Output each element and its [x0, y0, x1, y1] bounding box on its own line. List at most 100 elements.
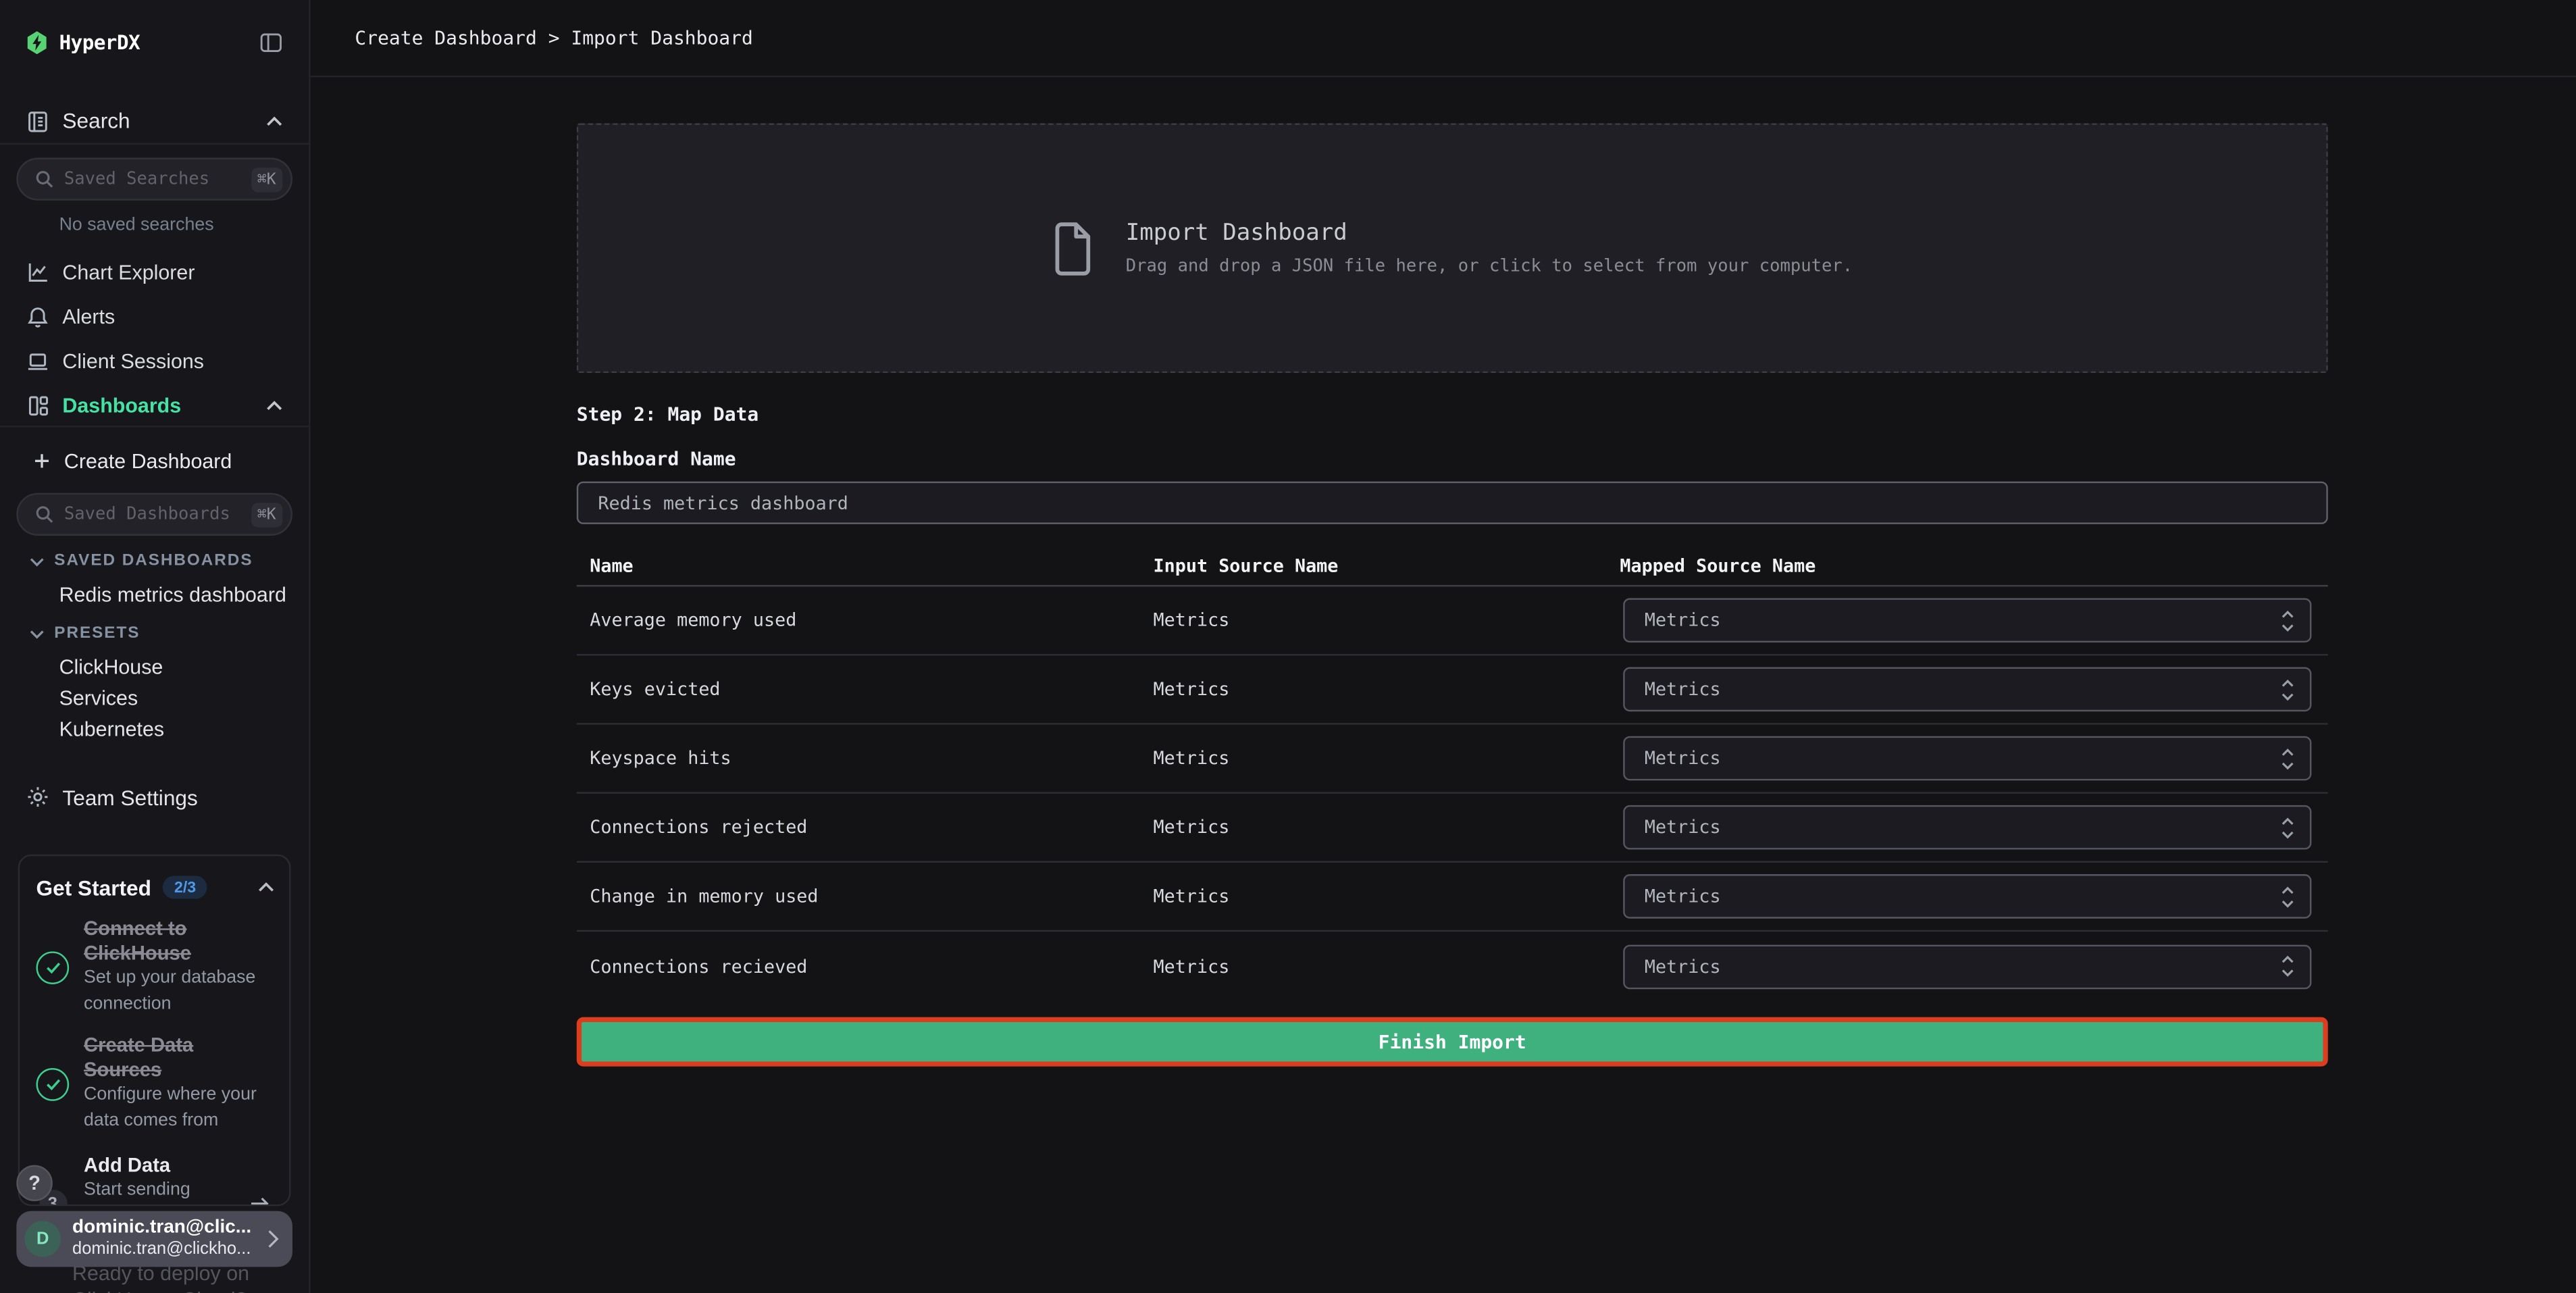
table-row: Keyspace hits Metrics Metrics: [577, 725, 2328, 794]
finish-import-button[interactable]: Finish Import: [577, 1017, 2328, 1067]
selected-value: Metrics: [1645, 817, 1721, 838]
dashboard-name: Redis metrics dashboard: [59, 584, 286, 607]
chart-name-cell: Keyspace hits: [590, 748, 1153, 769]
select-caret-icon: [2280, 815, 2295, 839]
input-source-cell: Metrics: [1154, 679, 1620, 701]
sidebar-item-client-sessions[interactable]: Client Sessions: [0, 338, 309, 383]
dropzone-subtitle: Drag and drop a JSON file here, or click…: [1126, 256, 1853, 276]
chevron-up-icon[interactable]: [258, 882, 274, 892]
mapped-source-select[interactable]: Metrics: [1623, 805, 2311, 850]
get-started-item-connect[interactable]: Connect to ClickHouse Set up your databa…: [36, 917, 275, 1017]
progress-badge: 2/3: [163, 876, 207, 898]
divider: [0, 426, 309, 427]
task-title: Add Data: [84, 1154, 233, 1178]
preset-item[interactable]: Services: [0, 684, 309, 713]
get-started-card: Get Started 2/3 Connect to ClickHouse Se…: [18, 855, 291, 1207]
preset-label: Services: [59, 687, 138, 710]
saved-dashboards-search[interactable]: ⌘K: [16, 493, 292, 536]
selected-value: Metrics: [1645, 609, 1721, 631]
mapped-source-select[interactable]: Metrics: [1623, 944, 2311, 988]
chart-name-cell: Connections rejected: [590, 817, 1153, 838]
saved-searches-input[interactable]: [54, 170, 251, 189]
table-row: Connections rejected Metrics Metrics: [577, 794, 2328, 863]
arrow-right-icon: [248, 1195, 274, 1206]
chevron-right-icon: [267, 1229, 279, 1248]
nav-label: Client Sessions: [62, 349, 204, 372]
json-dropzone[interactable]: Import Dashboard Drag and drop a JSON fi…: [577, 123, 2328, 373]
chevron-up-icon[interactable]: [266, 116, 282, 126]
mapped-source-select[interactable]: Metrics: [1623, 736, 2311, 781]
saved-dashboard-item[interactable]: Redis metrics dashboard: [0, 580, 309, 610]
mapped-source-select[interactable]: Metrics: [1623, 598, 2311, 642]
search-icon: [34, 505, 54, 524]
breadcrumb: Create Dashboard > Import Dashboard: [355, 26, 752, 49]
task-description: Configure where your data comes from: [84, 1083, 274, 1134]
mapped-source-select[interactable]: Metrics: [1623, 874, 2311, 919]
user-email: dominic.tran@clickho...: [72, 1239, 267, 1261]
sidebar-item-dashboards[interactable]: Dashboards: [0, 383, 309, 428]
search-icon: [34, 170, 54, 189]
saved-searches-search[interactable]: ⌘K: [16, 158, 292, 201]
logo-row: HyperDX: [0, 22, 309, 64]
sidebar-item-team-settings[interactable]: Team Settings: [0, 776, 309, 818]
table-row: Connections recieved Metrics Metrics: [577, 932, 2328, 1000]
chart-icon: [26, 261, 49, 284]
selected-value: Metrics: [1645, 955, 1721, 977]
table-header-row: Name Input Source Name Mapped Source Nam…: [577, 546, 2328, 587]
search-journal-icon: [26, 109, 49, 132]
preset-item[interactable]: ClickHouse: [0, 653, 309, 682]
group-saved-dashboards[interactable]: SAVED DASHBOARDS: [0, 549, 309, 573]
hyperdx-logo-icon: [26, 31, 48, 54]
input-source-cell: Metrics: [1154, 886, 1620, 907]
chart-name-cell: Connections recieved: [590, 955, 1153, 977]
user-menu[interactable]: D dominic.tran@clic... dominic.tran@clic…: [16, 1211, 292, 1267]
get-started-title: Get Started: [36, 875, 151, 899]
group-presets[interactable]: PRESETS: [0, 621, 309, 645]
column-header-input-source: Input Source Name: [1154, 555, 1620, 576]
saved-dashboards-input[interactable]: [54, 505, 251, 524]
chevron-up-icon[interactable]: [266, 400, 282, 410]
preset-item[interactable]: Kubernetes: [0, 715, 309, 744]
laptop-icon: [26, 349, 49, 372]
group-label: PRESETS: [54, 624, 140, 642]
column-header-mapped-source: Mapped Source Name: [1620, 555, 2327, 576]
nav-label: Chart Explorer: [62, 261, 195, 284]
sidebar-collapse-icon[interactable]: [259, 31, 282, 54]
app-title: HyperDX: [59, 31, 140, 54]
table-row: Keys evicted Metrics Metrics: [577, 656, 2328, 725]
dropzone-title: Import Dashboard: [1126, 220, 1853, 247]
chart-name-cell: Change in memory used: [590, 886, 1153, 907]
create-dashboard-button[interactable]: Create Dashboard: [0, 438, 309, 483]
selected-value: Metrics: [1645, 886, 1721, 907]
table-row: Change in memory used Metrics Metrics: [577, 863, 2328, 932]
mapped-source-select[interactable]: Metrics: [1623, 667, 2311, 712]
finish-import-label: Finish Import: [1379, 1030, 1526, 1053]
divider: [0, 143, 309, 145]
shortcut-badge: ⌘K: [251, 167, 282, 191]
dashboard-name-label: Dashboard Name: [577, 447, 2328, 470]
sidebar-item-alerts[interactable]: Alerts: [0, 294, 309, 338]
input-source-cell: Metrics: [1154, 748, 1620, 769]
get-started-item-sources[interactable]: Create Data Sources Configure where your…: [36, 1034, 275, 1134]
sidebar-section-search[interactable]: Search: [0, 99, 309, 143]
get-started-item-add-data[interactable]: 3 Add Data Start sending logs, metrics, …: [36, 1154, 275, 1207]
input-source-cell: Metrics: [1154, 955, 1620, 977]
task-title: Create Data Sources: [84, 1034, 274, 1083]
preset-label: ClickHouse: [59, 656, 163, 679]
user-name: dominic.tran@clic...: [72, 1217, 267, 1239]
preset-label: Kubernetes: [59, 718, 165, 741]
dashboards-icon: [26, 394, 49, 417]
chart-name-cell: Average memory used: [590, 609, 1153, 631]
help-button[interactable]: ?: [16, 1165, 53, 1202]
column-header-name: Name: [590, 555, 1153, 576]
get-started-header[interactable]: Get Started 2/3: [36, 871, 275, 904]
select-caret-icon: [2280, 608, 2295, 632]
check-circle-icon: [36, 1067, 70, 1100]
sidebar-item-chart-explorer[interactable]: Chart Explorer: [0, 250, 309, 295]
dashboard-name-input[interactable]: [577, 482, 2328, 524]
select-caret-icon: [2280, 746, 2295, 770]
shortcut-badge: ⌘K: [251, 502, 282, 526]
check-circle-icon: [36, 950, 70, 984]
main-area: Create Dashboard > Import Dashboard Impo…: [311, 0, 2576, 1293]
import-dashboard-panel: Import Dashboard Drag and drop a JSON fi…: [577, 123, 2328, 1066]
